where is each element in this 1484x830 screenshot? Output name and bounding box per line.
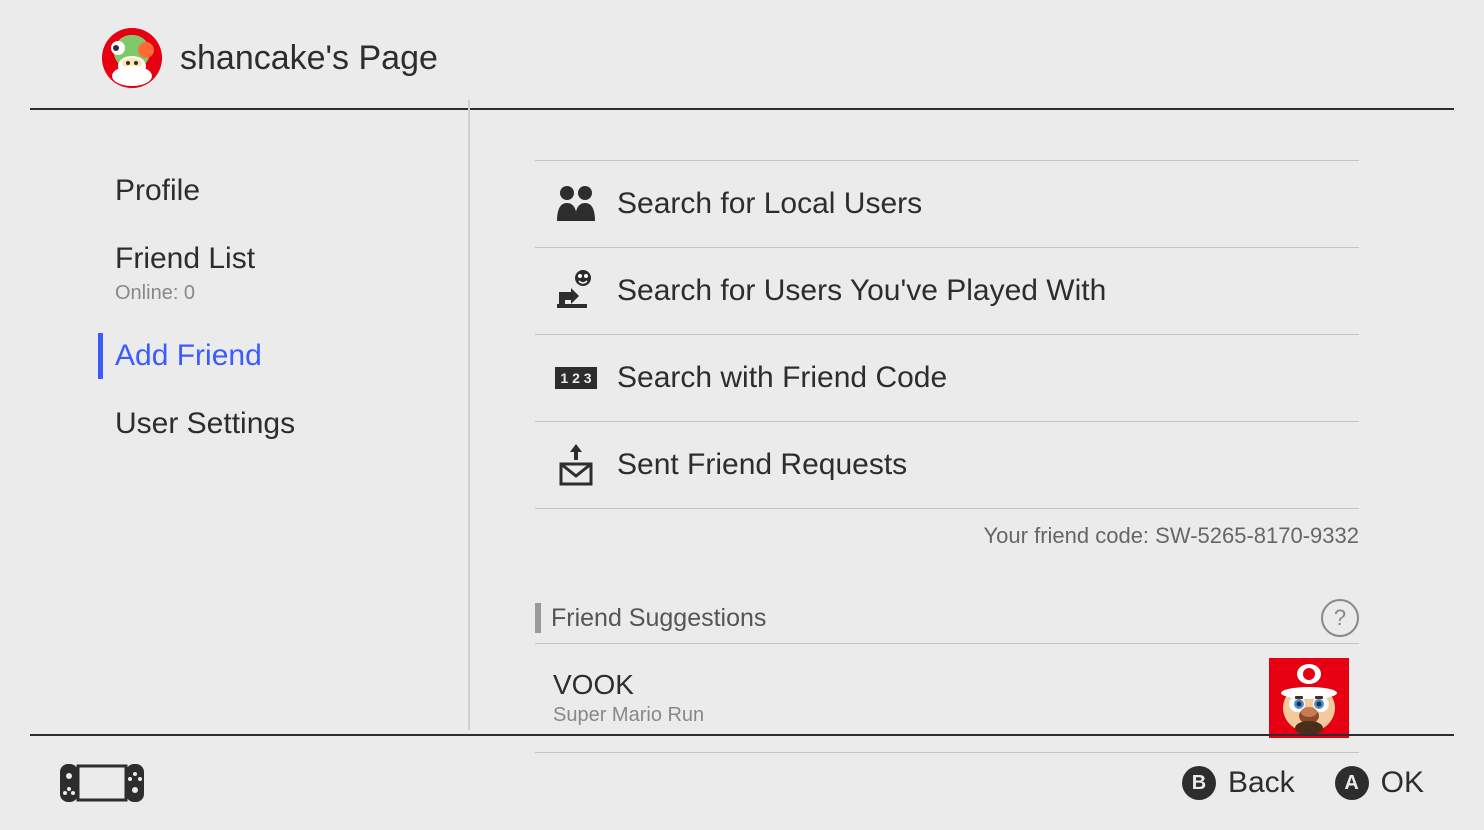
played-with-icon <box>553 268 599 314</box>
suggestion-text: VOOK Super Mario Run <box>553 669 1269 727</box>
local-users-icon <box>553 181 599 227</box>
footer: B Back A OK <box>30 734 1454 830</box>
action-label: Search for Local Users <box>617 187 922 221</box>
main-content: Search for Local Users Search for Users … <box>470 100 1484 730</box>
page-title: shancake's Page <box>180 39 438 78</box>
suggestion-name: VOOK <box>553 669 1269 701</box>
friend-code-icon: 1 2 3 <box>553 355 599 401</box>
action-label: Sent Friend Requests <box>617 448 907 482</box>
footer-back-button[interactable]: B Back <box>1182 766 1295 800</box>
header: shancake's Page <box>30 0 1454 110</box>
footer-btn-label: Back <box>1228 766 1295 800</box>
footer-ok-button[interactable]: A OK <box>1335 766 1424 800</box>
sidebar-item-user-settings[interactable]: User Settings <box>0 393 470 455</box>
section-title: Friend Suggestions <box>551 604 1321 633</box>
friend-code-prefix: Your friend code: <box>984 523 1156 548</box>
b-button-icon: B <box>1182 766 1216 800</box>
action-sent-friend-requests[interactable]: Sent Friend Requests <box>535 422 1359 509</box>
controller-icon <box>60 764 144 802</box>
action-search-played-with[interactable]: Search for Users You've Played With <box>535 248 1359 335</box>
a-button-icon: A <box>1335 766 1369 800</box>
sidebar-item-profile[interactable]: Profile <box>0 160 470 222</box>
friend-code-value: SW-5265-8170-9332 <box>1155 523 1359 548</box>
sidebar-item-friend-list[interactable]: Friend List <box>0 228 470 282</box>
sent-requests-icon <box>553 442 599 488</box>
action-search-friend-code[interactable]: 1 2 3 Search with Friend Code <box>535 335 1359 422</box>
user-avatar <box>102 28 162 88</box>
action-list: Search for Local Users Search for Users … <box>535 160 1359 509</box>
action-label: Search with Friend Code <box>617 361 947 395</box>
section-bar <box>535 603 541 633</box>
suggestion-avatar <box>1269 658 1349 738</box>
sidebar-item-add-friend[interactable]: Add Friend <box>0 325 470 387</box>
action-label: Search for Users You've Played With <box>617 274 1106 308</box>
action-search-local-users[interactable]: Search for Local Users <box>535 160 1359 248</box>
help-icon[interactable]: ? <box>1321 599 1359 637</box>
friend-list-online-count: Online: 0 <box>0 282 470 319</box>
suggestion-sub: Super Mario Run <box>553 704 1269 727</box>
footer-btn-label: OK <box>1381 766 1424 800</box>
friend-suggestions-header: Friend Suggestions ? <box>535 549 1359 644</box>
sidebar: Profile Friend List Online: 0 Add Friend… <box>0 100 470 730</box>
svg-text:1 2 3: 1 2 3 <box>560 370 591 386</box>
friend-code-line: Your friend code: SW-5265-8170-9332 <box>535 509 1359 549</box>
